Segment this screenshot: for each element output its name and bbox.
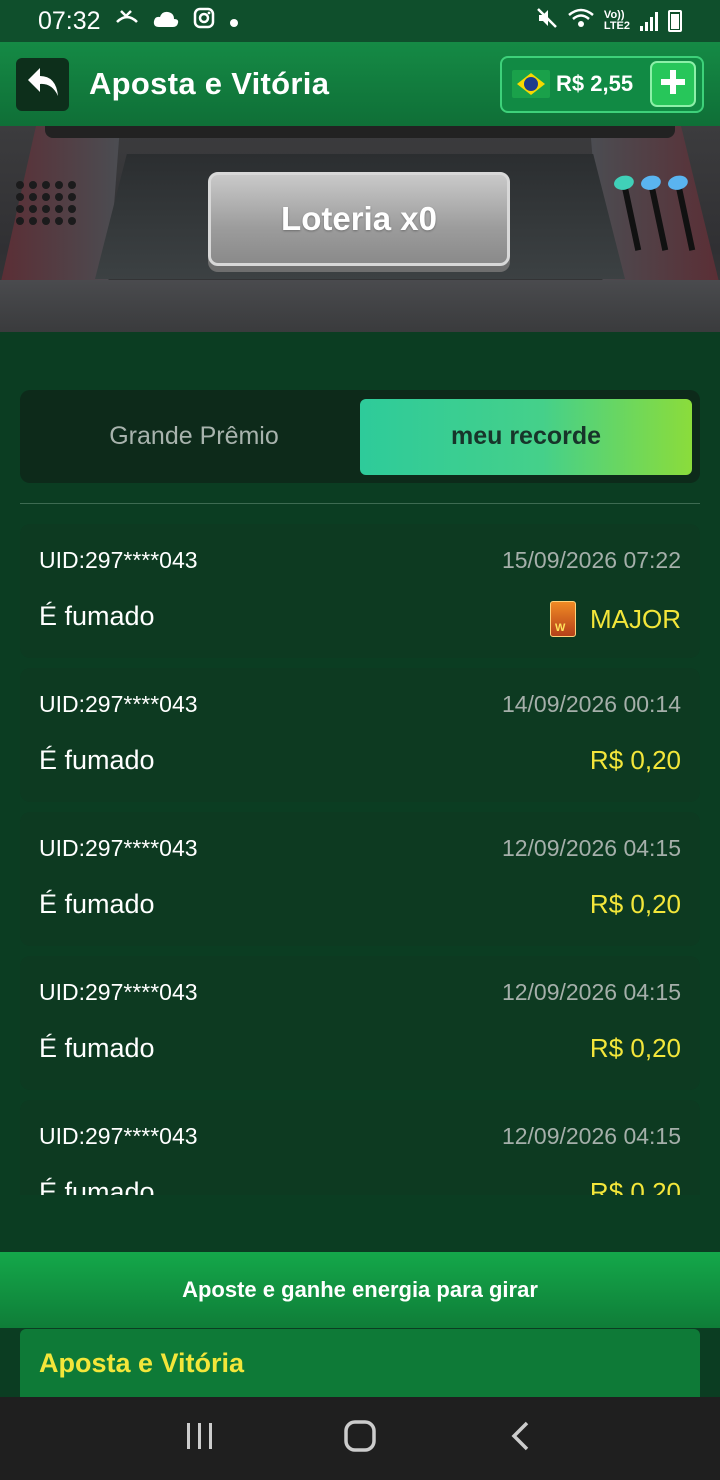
record-type: É fumado [39,889,155,919]
record-prize-value: R$ 0,20 [589,1177,681,1195]
record-time: 12/09/2026 04:15 [501,979,681,1005]
add-funds-button[interactable] [650,61,696,107]
missed-call-icon [115,8,139,34]
record-prize-value: R$ 0,20 [589,1033,681,1063]
list-item: UID:297****043 15/09/2026 07:22 É fumado… [20,524,700,658]
balance-amount: R$ 2,55 [556,71,634,96]
home-icon [343,1419,377,1458]
record-prize-value: R$ 0,20 [589,889,681,919]
status-bar: 07:32 Vo)) LTE2 [0,0,720,42]
app-header: Aposta e Vitória R$ 2,55 [0,42,720,126]
system-nav-bar [0,1397,720,1480]
balance-box[interactable]: R$ 2,55 [500,55,704,113]
lottery-machine: Loteria x0 [0,126,720,332]
record-type: É fumado [39,745,155,775]
chevron-left-icon [509,1420,531,1457]
records-list[interactable]: UID:297****043 15/09/2026 07:22 É fumado… [20,524,700,1195]
back-button[interactable] [16,57,69,111]
list-item: UID:297****043 12/09/2026 04:15 É fumado… [20,1100,700,1195]
network-label: LTE2 [603,20,630,32]
record-uid: UID:297****043 [39,691,198,717]
record-type: É fumado [39,1033,155,1063]
divider [20,503,700,504]
card-title: Aposta e Vitória [39,1347,245,1378]
record-prize-value: R$ 0,20 [589,745,681,775]
record-time: 14/09/2026 00:14 [501,691,681,717]
record-uid: UID:297****043 [39,547,198,573]
recent-apps-icon [184,1421,216,1456]
record-prize-value: MAJOR [590,603,681,634]
battery-icon [668,10,682,32]
record-uid: UID:297****043 [39,835,198,861]
record-time: 15/09/2026 07:22 [501,547,681,573]
tab-my-record[interactable]: meu recorde [360,398,692,475]
record-uid: UID:297****043 [39,979,198,1005]
record-type: É fumado [39,601,155,631]
recent-apps-button[interactable] [170,1409,230,1469]
page-title: Aposta e Vitória [89,66,330,101]
record-time: 12/09/2026 04:15 [501,1123,681,1149]
record-time: 12/09/2026 04:15 [501,835,681,861]
list-item: UID:297****043 14/09/2026 00:14 É fumado… [20,668,700,802]
bet-and-win-card[interactable]: Aposta e Vitória [20,1329,700,1397]
brazil-flag-icon [512,70,550,98]
signal-icon [640,11,658,31]
back-arrow-icon [26,66,60,103]
mute-icon [536,7,558,35]
cloud-icon [153,8,179,34]
tab-grand-prize[interactable]: Grande Prêmio [28,399,360,475]
speaker-icon [16,181,77,225]
back-nav-button[interactable] [490,1409,550,1469]
lottery-button[interactable]: Loteria x0 [208,172,510,266]
record-uid: UID:297****043 [39,1123,198,1149]
notification-dot-icon [229,8,239,34]
wifi-icon [568,8,594,34]
list-item: UID:297****043 12/09/2026 04:15 É fumado… [20,812,700,946]
home-button[interactable] [330,1409,390,1469]
record-tabs: Grande Prêmio meu recorde [20,390,700,483]
record-type: É fumado [39,1177,155,1195]
energy-banner: Aposte e ganhe energia para girar [0,1252,720,1328]
list-item: UID:297****043 12/09/2026 04:15 É fumado… [20,956,700,1090]
record-prize: MAJOR [550,601,681,637]
wild-icon [550,601,576,637]
instagram-icon [193,7,215,35]
plus-icon [659,68,687,101]
clock: 07:32 [38,6,101,35]
